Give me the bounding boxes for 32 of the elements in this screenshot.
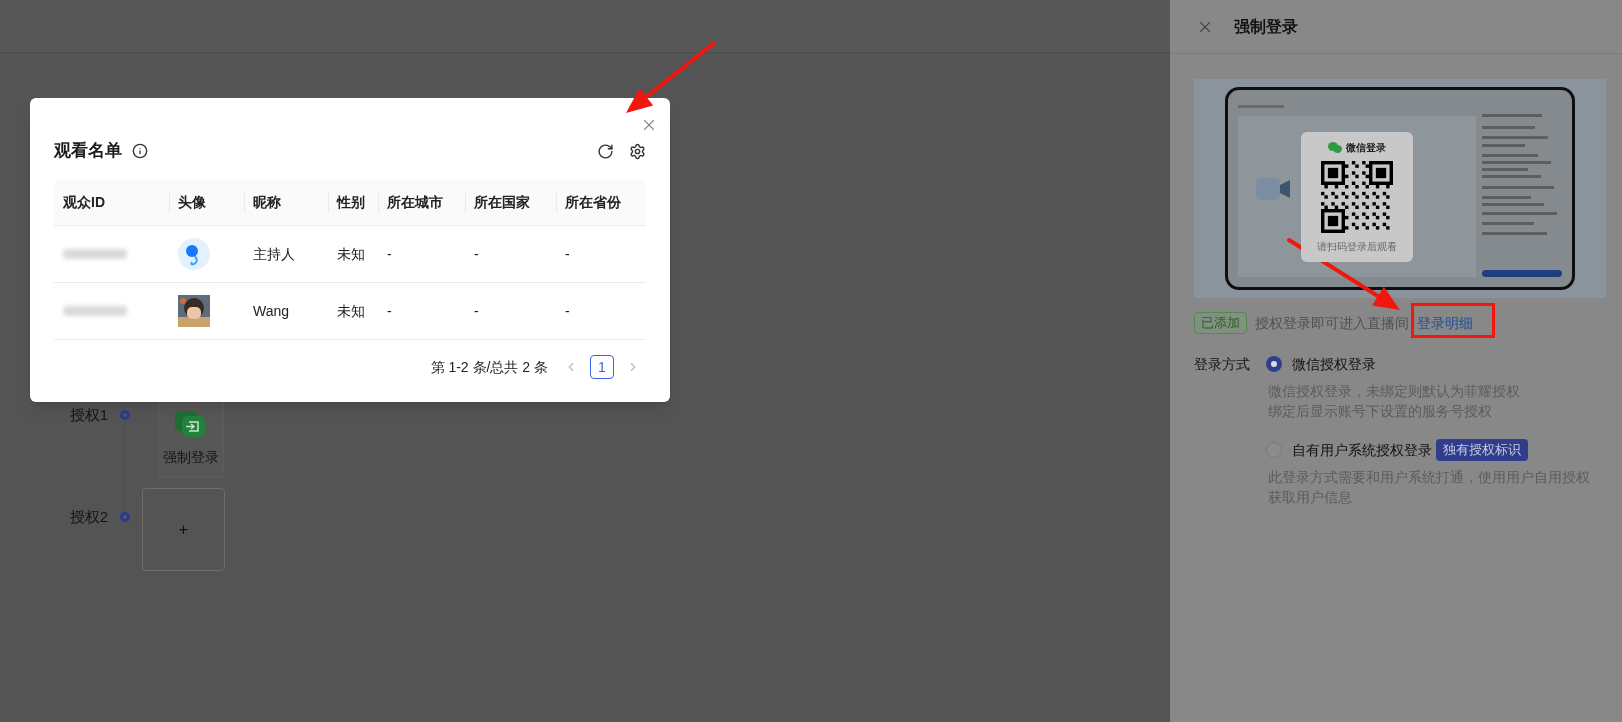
card-hint: 请扫码登录后观看 bbox=[1317, 239, 1397, 254]
table-cell: - bbox=[387, 246, 392, 262]
table-cell: - bbox=[474, 246, 479, 262]
table-cell: 未知 bbox=[337, 246, 365, 262]
column-header: 所在国家 bbox=[473, 193, 531, 212]
card-title: 微信登录 bbox=[1346, 140, 1386, 155]
table-cell: 主持人 bbox=[253, 246, 295, 262]
dialog-title: 观看名单 bbox=[54, 140, 122, 163]
field-label: 登录方式 bbox=[1194, 355, 1251, 374]
login-method-card[interactable]: 强制登录 bbox=[158, 400, 224, 478]
drawer-title: 强制登录 bbox=[1234, 16, 1298, 37]
table-cell: - bbox=[387, 303, 392, 319]
column-header: 所在省份 bbox=[564, 193, 622, 212]
pagination-summary: 第 1-2 条/总共 2 条 bbox=[430, 357, 548, 377]
table-cell: 未知 bbox=[337, 303, 365, 319]
column-header: 所在城市 bbox=[386, 193, 444, 212]
column-header: 头像 bbox=[177, 193, 207, 212]
card-label: 强制登录 bbox=[163, 447, 219, 467]
page-button[interactable]: 1 bbox=[590, 355, 614, 379]
table-cell: Wang bbox=[253, 303, 290, 319]
column-header: 性别 bbox=[335, 193, 366, 212]
tag: 独有授权标识 bbox=[1436, 439, 1528, 461]
column-header: 观众ID bbox=[62, 193, 106, 212]
step-label: 授权2 bbox=[69, 507, 108, 527]
table-cell: - bbox=[565, 303, 570, 319]
table-cell: - bbox=[565, 246, 570, 262]
column-header: 昵称 bbox=[252, 193, 282, 212]
radio-label[interactable]: 自有用户系统授权登录 bbox=[1292, 439, 1432, 461]
status-badge: 已添加 bbox=[1194, 312, 1247, 334]
step-label: 授权1 bbox=[69, 405, 108, 425]
table-cell: - bbox=[474, 303, 479, 319]
radio-label[interactable]: 微信授权登录 bbox=[1292, 353, 1376, 375]
